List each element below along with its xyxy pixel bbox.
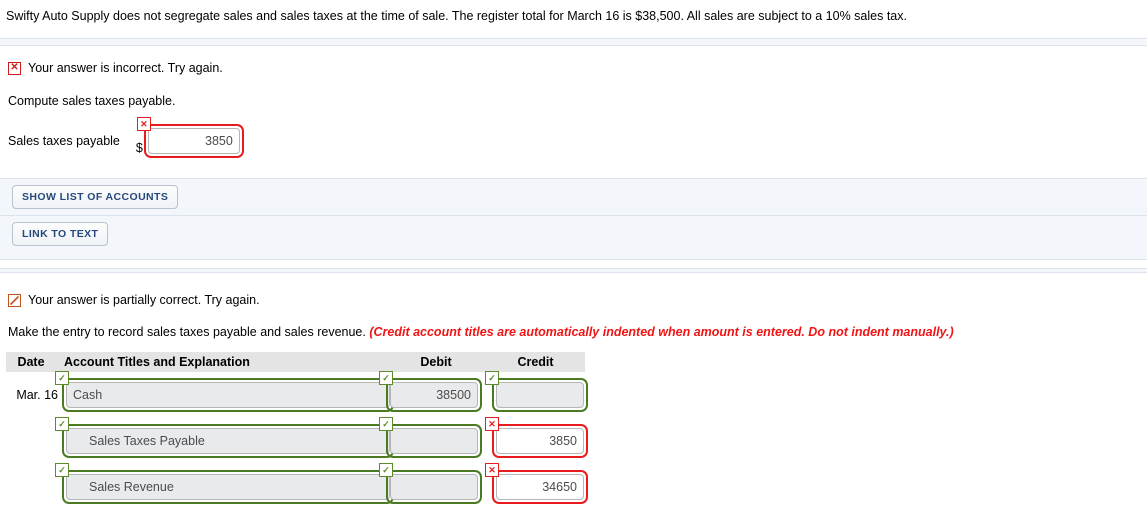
debit-input[interactable] <box>390 428 478 454</box>
debit-field-wrapper: ✓ <box>379 417 482 458</box>
account-input[interactable] <box>66 382 390 408</box>
credit-field-wrapper: ✕ <box>485 417 588 458</box>
feedback-partial-text: Your answer is partially correct. Try ag… <box>28 293 260 307</box>
problem-statement: Swifty Auto Supply does not segregate sa… <box>6 9 907 23</box>
journal-prompt: Make the entry to record sales taxes pay… <box>0 325 1147 339</box>
column-header-credit: Credit <box>517 355 554 369</box>
check-icon: ✓ <box>379 463 393 477</box>
debit-cell: ✓ <box>379 463 486 504</box>
journal-prompt-text: Make the entry to record sales taxes pay… <box>8 325 366 339</box>
currency-symbol: $ <box>135 141 143 155</box>
show-list-of-accounts-button[interactable]: SHOW LIST OF ACCOUNTS <box>12 185 179 209</box>
action-row-link: LINK TO TEXT <box>0 215 1147 252</box>
account-cell: ✓ <box>55 463 394 504</box>
sales-taxes-payable-field-wrapper: ✕ <box>136 117 244 158</box>
action-panel-part-one: SHOW LIST OF ACCOUNTS LINK TO TEXT <box>0 178 1147 260</box>
account-cell: ✓ <box>55 371 394 412</box>
check-icon: ✓ <box>379 417 393 431</box>
table-row: Mar. 16 ✓ ✓ ✓ <box>6 371 1147 418</box>
credit-cell: ✓ <box>485 371 591 412</box>
x-mark-icon: ✕ <box>136 117 151 131</box>
account-input[interactable] <box>66 428 390 454</box>
credit-input[interactable] <box>496 428 584 454</box>
check-icon: ✓ <box>485 371 499 385</box>
debit-input[interactable] <box>390 474 478 500</box>
sales-taxes-payable-row: Sales taxes payable $ ✕ <box>0 117 1147 158</box>
debit-field-wrapper: ✓ <box>379 371 482 412</box>
table-row: ✓ ✓ ✕ <box>6 463 1147 510</box>
journal-entry-table: Date Account Titles and Explanation Debi… <box>0 352 1147 510</box>
journal-prompt-note: (Credit account titles are automatically… <box>369 325 954 339</box>
debit-input[interactable] <box>390 382 478 408</box>
column-header-date: Date <box>17 355 45 369</box>
account-field-wrapper: ✓ <box>55 371 394 412</box>
compute-prompt: Compute sales taxes payable. <box>8 94 176 108</box>
table-header-row: Date Account Titles and Explanation Debi… <box>6 352 585 372</box>
credit-cell: ✕ <box>485 417 591 458</box>
action-panel-pad <box>0 252 1147 259</box>
credit-field-wrapper: ✓ <box>485 371 588 412</box>
credit-input[interactable] <box>496 474 584 500</box>
check-icon: ✓ <box>55 463 69 477</box>
account-field-wrapper: ✓ <box>55 463 394 504</box>
check-icon: ✓ <box>379 371 393 385</box>
check-icon: ✓ <box>55 417 69 431</box>
debit-field-wrapper: ✓ <box>379 463 482 504</box>
account-field-wrapper: ✓ <box>55 417 394 458</box>
row-date: Mar. 16 <box>16 388 58 402</box>
x-mark-icon: ✕ <box>485 417 499 431</box>
debit-cell: ✓ <box>379 371 486 412</box>
feedback-incorrect: ✕ Your answer is incorrect. Try again. <box>0 61 1147 75</box>
sales-taxes-payable-input[interactable] <box>147 128 240 154</box>
credit-field-wrapper: ✕ <box>485 463 588 504</box>
x-mark-icon: ✕ <box>8 61 21 75</box>
column-header-account: Account Titles and Explanation <box>64 355 250 369</box>
table-row: ✓ ✓ ✕ <box>6 417 1147 464</box>
feedback-partial: Your answer is partially correct. Try ag… <box>0 293 1147 307</box>
debit-cell: ✓ <box>379 417 486 458</box>
x-mark-icon: ✕ <box>485 463 499 477</box>
credit-input[interactable] <box>496 382 584 408</box>
account-input[interactable] <box>66 474 390 500</box>
column-header-debit: Debit <box>420 355 452 369</box>
sales-taxes-payable-label: Sales taxes payable <box>8 134 120 148</box>
partial-slash-icon <box>8 293 21 307</box>
action-row-accounts: SHOW LIST OF ACCOUNTS <box>0 179 1147 215</box>
link-to-text-button[interactable]: LINK TO TEXT <box>12 222 109 246</box>
check-icon: ✓ <box>55 371 69 385</box>
section-divider-top <box>0 38 1147 46</box>
feedback-incorrect-text: Your answer is incorrect. Try again. <box>28 61 223 75</box>
credit-cell: ✕ <box>485 463 591 504</box>
account-cell: ✓ <box>55 417 394 458</box>
